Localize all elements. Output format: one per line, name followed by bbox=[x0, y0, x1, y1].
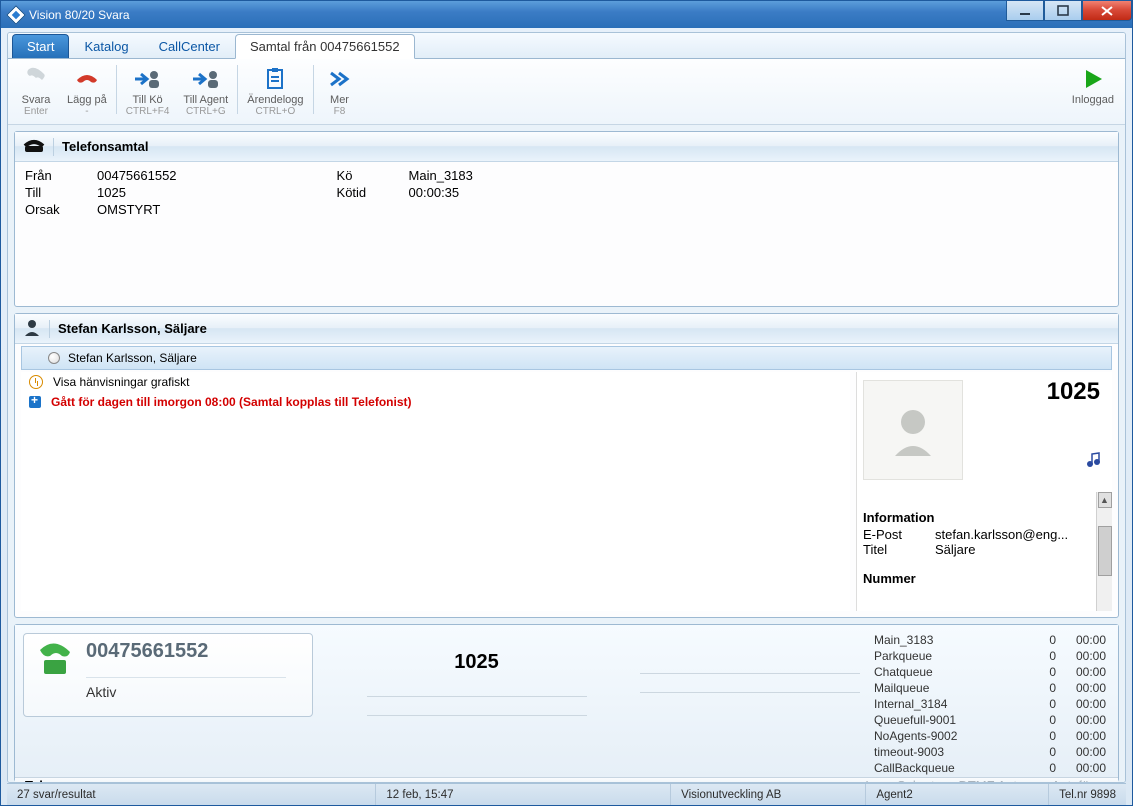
contact-extension: 1025 bbox=[1047, 378, 1100, 406]
close-button[interactable] bbox=[1082, 1, 1132, 21]
to-agent-icon bbox=[191, 64, 221, 94]
music-note-icon[interactable] bbox=[1084, 450, 1102, 468]
phone-green-icon bbox=[34, 640, 76, 682]
contact-title: Säljare bbox=[935, 542, 975, 557]
status-results: 27 svar/resultat bbox=[7, 784, 376, 805]
queue-row[interactable]: Parkqueue000:00 bbox=[870, 649, 1110, 665]
call-queue: Main_3183 bbox=[409, 168, 473, 183]
avatar bbox=[863, 380, 963, 480]
inloggad-button[interactable]: Inloggad bbox=[1065, 61, 1121, 107]
queue-list[interactable]: Main_3183000:00Parkqueue000:00Chatqueue0… bbox=[870, 633, 1110, 777]
callcard-number: 00475661552 bbox=[86, 640, 286, 663]
status-company: Visionutveckling AB bbox=[671, 784, 866, 805]
status-telnr: Tel.nr 9898 bbox=[1049, 784, 1126, 805]
bottom-panel: 00475661552 Aktiv 1025 Main_3183000:00Pa… bbox=[14, 624, 1119, 782]
status-bar: 27 svar/resultat 12 feb, 15:47 Visionutv… bbox=[7, 783, 1126, 805]
tab-katalog[interactable]: Katalog bbox=[69, 34, 143, 58]
plus-icon bbox=[29, 396, 41, 408]
contact-info-pane: 1025 Information E-Poststefan.karlsson@e… bbox=[856, 372, 1112, 611]
laggpa-button[interactable]: Lägg på- bbox=[60, 61, 114, 118]
tab-row: Start Katalog CallCenter Samtal från 004… bbox=[8, 33, 1125, 59]
callcard-status: Aktiv bbox=[86, 677, 286, 700]
contact-header: Stefan Karlsson, Säljare bbox=[58, 321, 207, 336]
phone-hangup-icon bbox=[73, 64, 101, 94]
contact-activity-list: Visa hänvisningar grafiskt Gått för dage… bbox=[21, 372, 850, 611]
queue-row[interactable]: NoAgents-9002000:00 bbox=[870, 729, 1110, 745]
arendelogg-button[interactable]: ÄrendeloggCTRL+O bbox=[240, 61, 310, 118]
mer-button[interactable]: MerF8 bbox=[316, 61, 364, 118]
minimize-button[interactable] bbox=[1006, 1, 1044, 21]
queue-row[interactable]: timeout-9003000:00 bbox=[870, 745, 1110, 761]
phone-answer-icon bbox=[22, 64, 50, 94]
contact-email[interactable]: stefan.karlsson@eng... bbox=[935, 527, 1068, 542]
maximize-button[interactable] bbox=[1044, 1, 1082, 21]
person-icon bbox=[23, 318, 41, 339]
app-frame: Start Katalog CallCenter Samtal från 004… bbox=[0, 28, 1133, 806]
queue-row[interactable]: Internal_3184000:00 bbox=[870, 697, 1110, 713]
queue-row[interactable]: CallBackqueue000:00 bbox=[870, 761, 1110, 777]
active-call-card[interactable]: 00475661552 Aktiv bbox=[23, 633, 313, 717]
center-extension-block: 1025 bbox=[323, 633, 630, 777]
contact-subrow[interactable]: Stefan Karlsson, Säljare bbox=[21, 346, 1112, 370]
call-reason: OMSTYRT bbox=[97, 202, 160, 217]
to-queue-icon bbox=[133, 64, 163, 94]
queue-row[interactable]: Queuefull-9001000:00 bbox=[870, 713, 1110, 729]
window-title: Vision 80/20 Svara bbox=[29, 8, 130, 22]
ribbon: SvaraEnter Lägg på- Till KöCTRL+F4 Till … bbox=[8, 59, 1125, 125]
svara-button[interactable]: SvaraEnter bbox=[12, 61, 60, 118]
window-titlebar: Vision 80/20 Svara bbox=[0, 0, 1133, 28]
scroll-up-icon[interactable]: ▲ bbox=[1098, 492, 1112, 508]
caselog-icon bbox=[262, 64, 288, 94]
clock-icon bbox=[29, 375, 43, 389]
call-from: 00475661552 bbox=[97, 168, 177, 183]
status-agent: Agent2 bbox=[866, 784, 1049, 805]
tab-samtal[interactable]: Samtal från 00475661552 bbox=[235, 34, 415, 59]
queue-row[interactable]: Mailqueue000:00 bbox=[870, 681, 1110, 697]
scrollbar[interactable]: ▲ bbox=[1096, 492, 1112, 611]
tab-callcenter[interactable]: CallCenter bbox=[144, 34, 235, 58]
scroll-thumb[interactable] bbox=[1098, 526, 1112, 576]
queue-row[interactable]: Main_3183000:00 bbox=[870, 633, 1110, 649]
call-panel-title: Telefonsamtal bbox=[62, 139, 148, 154]
tab-start[interactable]: Start bbox=[12, 34, 69, 58]
list-item[interactable]: Gått för dagen till imorgon 08:00 (Samta… bbox=[21, 392, 850, 412]
phone-icon bbox=[23, 136, 45, 157]
call-to: 1025 bbox=[97, 185, 126, 200]
call-queue-time: 00:00:35 bbox=[409, 185, 460, 200]
presence-icon bbox=[48, 352, 60, 364]
play-icon bbox=[1080, 64, 1106, 94]
tillagent-button[interactable]: Till AgentCTRL+G bbox=[176, 61, 235, 118]
contact-panel: Stefan Karlsson, Säljare Stefan Karlsson… bbox=[14, 313, 1119, 618]
status-datetime: 12 feb, 15:47 bbox=[376, 784, 671, 805]
more-icon bbox=[327, 64, 353, 94]
queue-row[interactable]: Chatqueue000:00 bbox=[870, 665, 1110, 681]
list-item[interactable]: Visa hänvisningar grafiskt bbox=[21, 372, 850, 392]
call-panel: Telefonsamtal Från00475661552 Till1025 O… bbox=[14, 131, 1119, 307]
tillko-button[interactable]: Till KöCTRL+F4 bbox=[119, 61, 177, 118]
app-icon bbox=[6, 5, 26, 25]
